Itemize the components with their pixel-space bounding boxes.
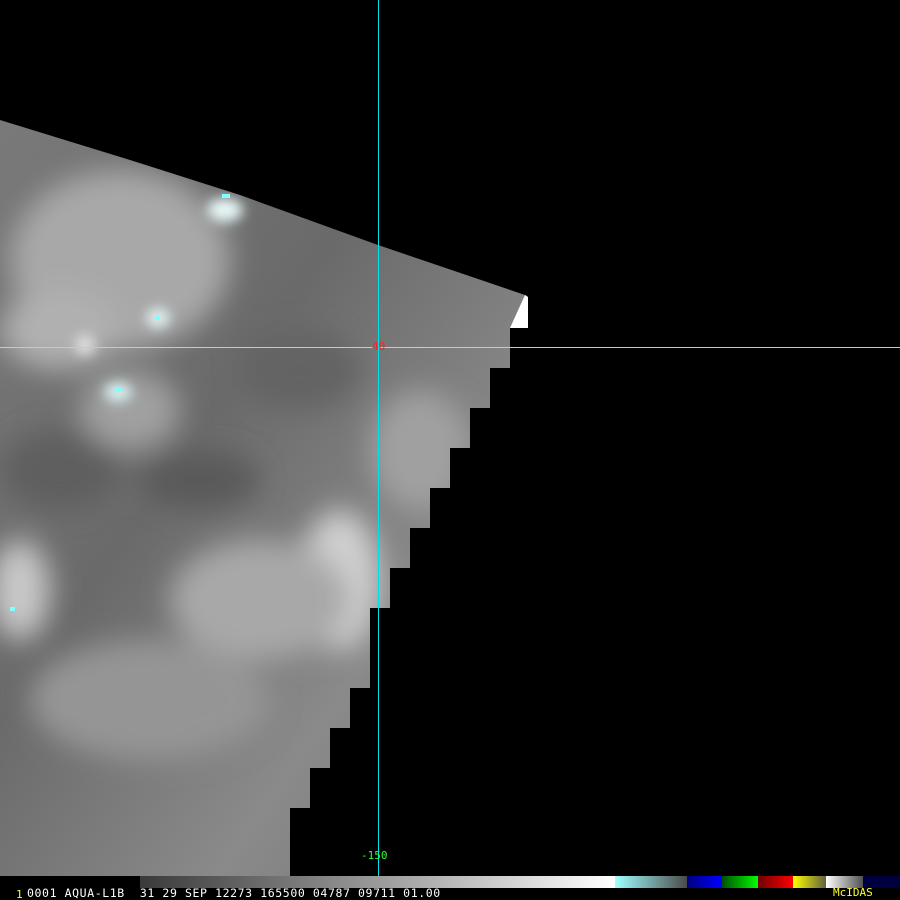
longitude-line	[378, 0, 379, 888]
frame-number: 1	[16, 888, 23, 900]
latitude-label: 40	[372, 340, 386, 353]
satellite-imagery	[0, 120, 528, 876]
satellite-viewer: 40 -150 1 0001 AQUA-L1B 31 29 SEP 12273 …	[0, 0, 900, 900]
latitude-line	[0, 347, 900, 348]
longitude-label: -150	[361, 849, 388, 862]
image-info-text: 0001 AQUA-L1B 31 29 SEP 12273 165500 047…	[27, 886, 441, 900]
mcidas-brand: McIDAS	[833, 886, 873, 899]
